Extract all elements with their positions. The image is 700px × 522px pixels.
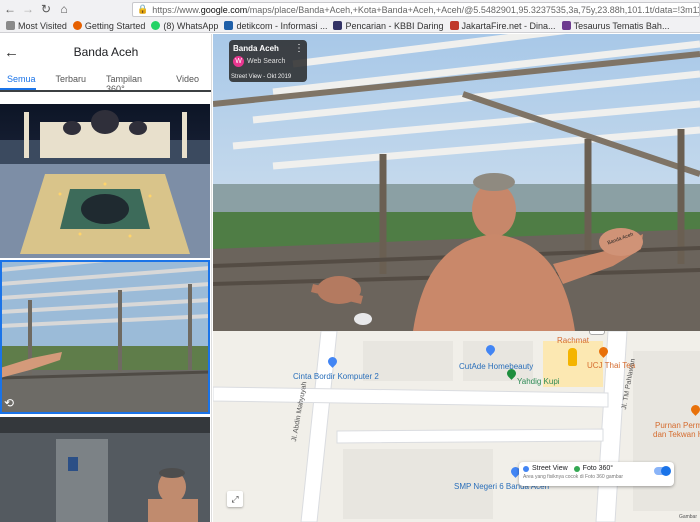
source-row: W Web Search [233,56,303,67]
map-label[interactable]: Rachmat [557,336,589,345]
tab-video[interactable]: Video [169,70,199,90]
bookmark-label: JakartaFire.net - Dina... [461,20,556,31]
url-path: /maps/place/Banda+Aceh,+Kota+Banda+Aceh,… [247,4,699,15]
tab-divider [0,90,211,92]
photo-360-dot-icon [573,465,580,472]
layer-subtext: Area yang fisiknya cocok di Foto 360 gam… [523,474,624,480]
pergola-photo [0,260,210,414]
reload-icon[interactable]: ↻ [38,1,54,17]
resize-handle[interactable] [589,331,605,335]
tab-tampilan-360[interactable]: Tampilan 360° [99,70,156,94]
photo-thumb-mosque[interactable] [0,104,210,258]
url-prefix: https://www. [152,4,201,15]
lock-icon: 🔒 [137,4,149,14]
bookmarks-bar: Most Visited Getting Started (8) WhatsAp… [0,18,700,33]
kbbi-icon [333,21,343,30]
tab-semua[interactable]: Semua [0,70,36,90]
panel-title: Banda Aceh [73,45,139,59]
mosque-photo [0,104,210,258]
bookmark-label: Tesaurus Tematis Bah... [573,20,670,31]
man-photo [0,417,210,522]
map-label[interactable]: Cinta Bordir Komputer 2 [293,372,379,381]
more-options-icon[interactable]: ⋮ [294,43,304,54]
address-bar[interactable]: 🔒 https://www. google.com/maps/place/Band… [132,2,700,17]
browser-toolbar: ← → ↻ ⌂ 🔒 https://www. google.com/maps/pl… [0,0,700,33]
street-view-dot-icon [523,465,529,472]
bookmark-label: Most Visited [18,20,67,31]
map-canvas [213,331,700,522]
forward-arrow-icon[interactable]: → [20,1,36,17]
firefox-icon [72,21,82,30]
expand-map-icon[interactable]: ⤢ [227,491,243,507]
bookmark-item[interactable]: Getting Started [72,20,146,31]
url-domain: google.com [200,4,248,15]
tesaurus-icon [561,21,571,30]
bookmark-item[interactable]: detikcom - Informasi ... [224,21,327,31]
detik-icon [224,21,234,30]
bookmark-item[interactable]: Tesaurus Tematis Bah... [561,20,670,31]
capture-date: Street View - Okt 2019 [231,74,292,80]
rotate-360-icon: ⟲ [4,396,15,410]
photo-tabs: Semua Terbaru Tampilan 360° Video [0,70,211,94]
bookmark-item[interactable]: Most Visited [6,21,67,31]
jakartafire-icon [449,21,459,30]
location-title: Banda Aceh [233,44,279,53]
bookmark-label: detikcom - Informasi ... [236,20,328,31]
bookmark-item[interactable]: (8) WhatsApp [151,21,218,31]
street-view-viewer[interactable]: Banda Aceh Banda Aceh W Web Search ⋮ Str… [213,34,700,331]
layer-toggle[interactable] [654,466,671,476]
tab-terbaru[interactable]: Terbaru [49,70,87,90]
bookmark-label: Pencarian - KBBI Daring [345,20,444,31]
photo-360-label: Foto 360° [582,465,614,472]
photo-thumb-pergola[interactable]: ⟲ [0,260,210,414]
back-arrow-icon[interactable]: ← [2,1,18,17]
gear-icon [6,21,15,30]
home-icon[interactable]: ⌂ [56,1,72,17]
bookmark-label: Getting Started [84,20,146,31]
pegman-icon[interactable] [568,348,577,366]
panel-header: ← Banda Aceh [0,34,211,70]
back-arrow-icon[interactable]: ← [4,44,26,61]
map-label[interactable]: dan Tekwan Ha [653,430,700,439]
street-view-layer-chip[interactable]: Street View Foto 360° Area yang fisiknya… [519,462,674,486]
map-attribution: Gambar [678,514,697,520]
layer-row: Street View Foto 360° [523,465,670,472]
map-label[interactable]: Purnan Perm [655,421,700,430]
source-label: Web Search [247,58,286,65]
photo-panel: ← Banda Aceh Semua Terbaru Tampilan 360°… [0,34,212,522]
map-label[interactable]: CutAde Homebeauty [459,362,533,371]
minimap[interactable]: Cinta Bordir Komputer 2 CutAde Homebeaut… [213,331,700,522]
photo-thumb-man[interactable] [0,417,210,522]
map-label[interactable]: Yahdig Kupi [517,377,560,386]
bookmark-label: (8) WhatsApp [163,20,219,31]
street-view-label: Street View [532,465,568,472]
bookmark-item[interactable]: Pencarian - KBBI Daring [333,20,444,31]
nav-bar: ← → ↻ ⌂ 🔒 https://www. google.com/maps/pl… [0,0,700,18]
bookmark-item[interactable]: JakartaFire.net - Dina... [449,20,556,31]
web-search-icon: W [233,56,244,67]
whatsapp-icon [151,21,161,30]
